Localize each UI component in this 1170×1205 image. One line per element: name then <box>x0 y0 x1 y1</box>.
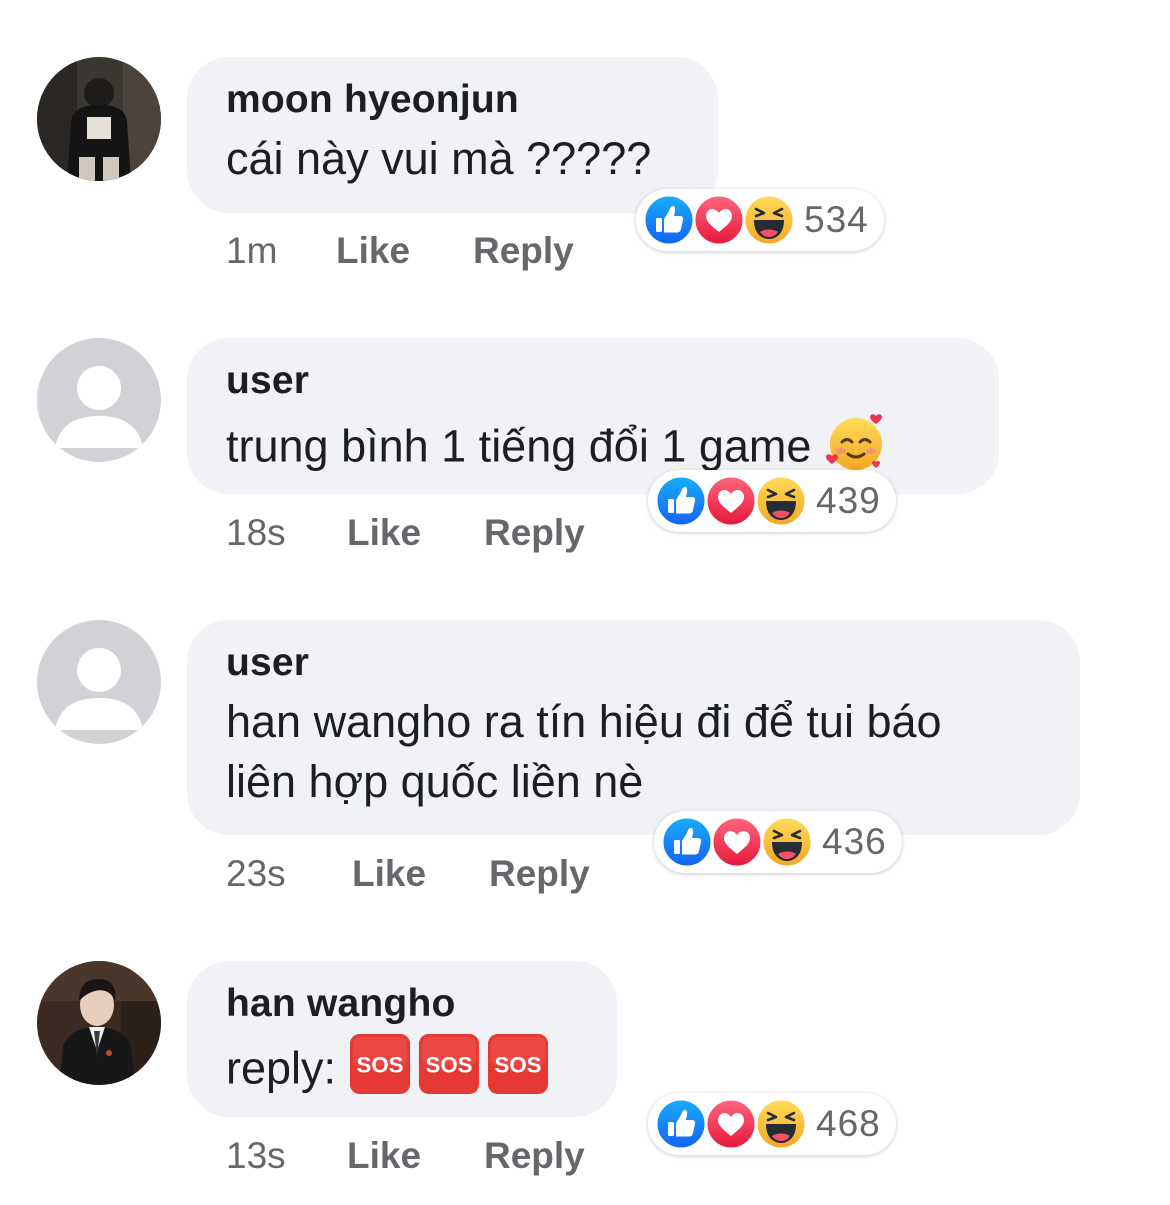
avatar[interactable] <box>37 338 161 462</box>
like-button[interactable]: Like <box>336 230 410 272</box>
reaction-count: 534 <box>804 199 869 240</box>
like-reaction-icon <box>654 474 708 528</box>
comment-author[interactable]: moon hyeonjun <box>226 77 678 123</box>
default-avatar-icon <box>37 620 161 744</box>
reply-button[interactable]: Reply <box>473 230 574 272</box>
love-reaction-icon <box>692 193 746 247</box>
reaction-summary[interactable]: 534 <box>636 189 884 251</box>
profile-photo-icon <box>37 57 161 181</box>
like-button[interactable]: Like <box>347 512 421 554</box>
comment-author[interactable]: user <box>226 358 959 404</box>
default-avatar-icon <box>37 338 161 462</box>
sos-button-icon <box>349 1033 411 1110</box>
comment-bubble: user trung bình 1 tiếng đổi 1 game <box>187 338 999 494</box>
love-reaction-icon <box>710 815 764 869</box>
comment-time[interactable]: 23s <box>226 853 286 895</box>
haha-reaction-icon <box>754 1097 808 1151</box>
comment-bubble: user han wangho ra tín hiệu đi để tui bá… <box>187 620 1080 835</box>
comment-text: trung bình 1 tiếng đổi 1 game <box>226 420 812 472</box>
like-reaction-icon <box>654 1097 708 1151</box>
like-reaction-icon <box>660 815 714 869</box>
reaction-summary[interactable]: 468 <box>648 1093 896 1155</box>
reply-button[interactable]: Reply <box>489 853 590 895</box>
comment-author[interactable]: han wangho <box>226 981 577 1027</box>
comment-bubble: moon hyeonjun cái này vui mà ????? <box>187 57 718 213</box>
comment-text: cái này vui mà ????? <box>226 133 652 184</box>
reaction-count: 439 <box>816 480 881 521</box>
reply-button[interactable]: Reply <box>484 512 585 554</box>
comment-text-line-2: liên hợp quốc liền nè <box>226 756 644 807</box>
reaction-summary[interactable]: 439 <box>648 470 896 532</box>
avatar[interactable] <box>37 961 161 1085</box>
comment-text-line: reply: <box>226 1033 577 1110</box>
sos-button-icon <box>487 1033 549 1110</box>
comment-time[interactable]: 13s <box>226 1135 286 1177</box>
love-reaction-icon <box>704 474 758 528</box>
reaction-summary[interactable]: 436 <box>654 811 902 873</box>
reaction-count: 468 <box>816 1103 881 1144</box>
avatar[interactable] <box>37 620 161 744</box>
comment-author[interactable]: user <box>226 640 1040 686</box>
reaction-count: 436 <box>822 821 887 862</box>
like-button[interactable]: Like <box>352 853 426 895</box>
profile-photo-icon <box>37 961 161 1085</box>
like-button[interactable]: Like <box>347 1135 421 1177</box>
reply-button[interactable]: Reply <box>484 1135 585 1177</box>
comment-text: reply: <box>226 1042 337 1094</box>
haha-reaction-icon <box>760 815 814 869</box>
comment-time[interactable]: 1m <box>226 230 277 272</box>
sos-button-icon <box>418 1033 480 1110</box>
avatar[interactable] <box>37 57 161 181</box>
love-reaction-icon <box>704 1097 758 1151</box>
haha-reaction-icon <box>742 193 796 247</box>
comment-text-line-1: han wangho ra tín hiệu đi để tui báo <box>226 696 942 747</box>
comment-bubble: han wangho reply: <box>187 961 617 1117</box>
haha-reaction-icon <box>754 474 808 528</box>
comment-time[interactable]: 18s <box>226 512 286 554</box>
like-reaction-icon <box>642 193 696 247</box>
